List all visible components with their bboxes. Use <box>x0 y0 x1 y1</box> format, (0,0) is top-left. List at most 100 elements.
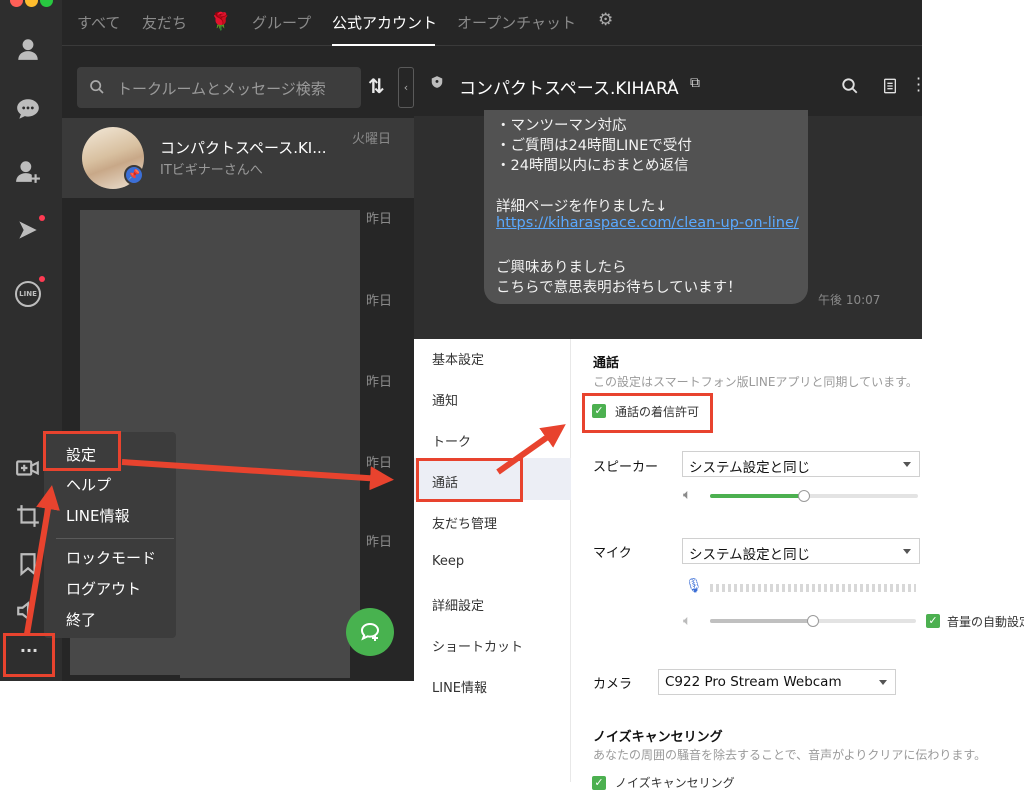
message-link[interactable]: https://kiharaspace.com/clean-up-on-line… <box>496 215 799 231</box>
new-chat-icon <box>360 622 380 641</box>
chat-date: 昨日 <box>366 456 393 471</box>
more-vertical-icon[interactable]: · · · <box>916 71 921 99</box>
camera-label: カメラ <box>593 677 633 692</box>
mic-volume-fill <box>710 619 813 623</box>
menu-item-logout[interactable]: ログアウト <box>66 578 141 599</box>
search-placeholder: トークルームとメッセージ検索 <box>117 80 326 98</box>
tab-bar: すべて 友だち 🌹 グループ 公式アカウント オープンチャット ⚙ <box>62 0 922 46</box>
menu-item-help[interactable]: ヘルプ <box>66 474 111 495</box>
official-shield-icon <box>431 76 443 88</box>
notes-icon[interactable] <box>882 77 898 95</box>
speaker-volume-track[interactable] <box>710 494 918 498</box>
settings-nav-general[interactable]: 基本設定 <box>432 349 484 368</box>
window-close-dot[interactable] <box>10 0 23 7</box>
filter-sliders-icon[interactable]: ⚙ <box>598 10 613 30</box>
search-icon[interactable] <box>841 77 859 95</box>
video-call-icon[interactable] <box>12 452 44 484</box>
annotation-box-allow-calls <box>582 393 713 433</box>
chat-date: 昨日 <box>366 212 393 227</box>
chat-title: コンパクトスペース.KIHARA <box>459 79 679 99</box>
search-input[interactable]: トークルームとメッセージ検索 <box>77 67 361 108</box>
mic-label: マイク <box>593 546 632 561</box>
noise-cancel-title: ノイズキャンセリング <box>593 730 723 745</box>
external-link-icon[interactable]: ⧉ <box>690 75 700 91</box>
speaker-select[interactable]: システム設定と同じ <box>682 451 920 477</box>
blurred-chat-list <box>180 438 350 678</box>
speaker-volume-icon: 🔈︎ <box>683 487 692 503</box>
settings-nav-chats[interactable]: トーク <box>432 431 471 450</box>
tab-open-chat[interactable]: オープンチャット <box>457 12 576 33</box>
chevron-down-icon <box>903 549 911 554</box>
crop-icon[interactable] <box>12 500 44 532</box>
person-icon[interactable] <box>12 33 44 65</box>
annotation-box-calls-nav <box>416 458 523 502</box>
tab-friends[interactable]: 友だち <box>142 12 187 33</box>
auto-volume-checkbox[interactable]: ✓ <box>926 614 940 628</box>
bookmark-icon[interactable] <box>12 548 44 580</box>
message-line: ご興味ありましたら <box>496 260 627 276</box>
mute-speaker-icon[interactable]: 🔈︎ <box>669 75 677 90</box>
window-zoom-dot[interactable] <box>40 0 53 7</box>
message-line: 詳細ページを作りました↓ <box>496 199 668 215</box>
notification-dot <box>39 215 45 221</box>
mic-volume-knob[interactable] <box>807 615 819 627</box>
chat-bubble-icon[interactable] <box>12 93 44 125</box>
menu-item-line-info[interactable]: LINE情報 <box>66 505 129 526</box>
settings-nav-line-info[interactable]: LINE情報 <box>432 677 487 696</box>
mic-input-meter <box>710 584 916 592</box>
mic-select[interactable]: システム設定と同じ <box>682 538 920 564</box>
menu-item-lock-mode[interactable]: ロックモード <box>66 547 156 568</box>
noise-cancel-description: あなたの周囲の騒音を除去することで、音声がよりクリアに伝わります。 <box>593 748 987 762</box>
settings-nav-keep[interactable]: Keep <box>432 554 464 569</box>
mic-volume-icon: 🔈︎ <box>683 613 692 629</box>
line-badge-text: LINE <box>15 281 41 307</box>
chat-date: 火曜日 <box>352 132 392 147</box>
rose-icon[interactable]: 🌹 <box>210 12 231 32</box>
chat-preview: ITビギナーさんへ <box>160 163 263 178</box>
chat-date: 昨日 <box>366 294 393 309</box>
message-line: ・ご質問は24時間LINEで受付 <box>496 138 692 154</box>
message-line: ・マンツーマン対応 <box>496 118 627 134</box>
add-friend-icon[interactable] <box>12 155 44 187</box>
camera-select-value: C922 Pro Stream Webcam <box>665 674 842 690</box>
speaker-label: スピーカー <box>593 460 659 475</box>
mic-select-value: システム設定と同じ <box>689 547 811 563</box>
speaker-volume-fill <box>710 494 804 498</box>
tab-official-accounts[interactable]: 公式アカウント <box>332 12 437 33</box>
window-minimize-dot[interactable] <box>25 0 38 7</box>
pin-icon: 📌 <box>124 165 144 185</box>
settings-nav-advanced[interactable]: 詳細設定 <box>432 595 484 614</box>
camera-select[interactable]: C922 Pro Stream Webcam <box>658 669 896 695</box>
menu-divider <box>56 538 174 539</box>
microphone-icon: 🎙︎ <box>685 578 703 594</box>
message-line: こちらで意思表明お待ちしています！ <box>496 280 742 296</box>
tab-groups[interactable]: グループ <box>252 12 311 33</box>
chat-date: 昨日 <box>366 375 393 390</box>
settings-nav-notifications[interactable]: 通知 <box>432 390 458 409</box>
auto-volume-label: 音量の自動設定 <box>947 615 1024 629</box>
new-chat-button[interactable] <box>346 608 394 656</box>
message-line: ・24時間以内におまとめ返信 <box>496 158 689 174</box>
settings-nav-friends[interactable]: 友だち管理 <box>432 513 497 532</box>
search-icon <box>90 80 104 94</box>
notification-dot <box>39 276 45 282</box>
message-bubble: ・マンツーマン対応 ・ご質問は24時間LINEで受付 ・24時間以内におまとめ返… <box>484 110 808 304</box>
line-badge-icon[interactable]: LINE <box>12 278 44 310</box>
speaker-volume-knob[interactable] <box>797 490 810 502</box>
menu-item-quit[interactable]: 終了 <box>66 609 96 630</box>
noise-cancel-option: ノイズキャンセリング <box>615 776 735 790</box>
tab-all[interactable]: すべて <box>77 12 120 33</box>
chevron-down-icon <box>879 680 887 685</box>
settings-nav-shortcuts[interactable]: ショートカット <box>432 636 523 655</box>
annotation-box-settings <box>43 431 121 471</box>
section-description: この設定はスマートフォン版LINEアプリと同期しています。 <box>593 375 918 389</box>
chat-name: コンパクトスペース.KI... <box>160 139 327 157</box>
section-title: 通話 <box>593 356 620 371</box>
chevron-down-icon <box>903 462 911 467</box>
sort-icon[interactable]: ⇅ <box>368 74 385 98</box>
speaker-select-value: システム設定と同じ <box>689 460 811 476</box>
annotation-box-more <box>3 633 55 677</box>
noise-cancel-checkbox[interactable]: ✓ <box>592 776 606 790</box>
speaker-icon[interactable] <box>12 595 44 627</box>
collapse-panel-button[interactable]: ‹ <box>398 67 414 108</box>
